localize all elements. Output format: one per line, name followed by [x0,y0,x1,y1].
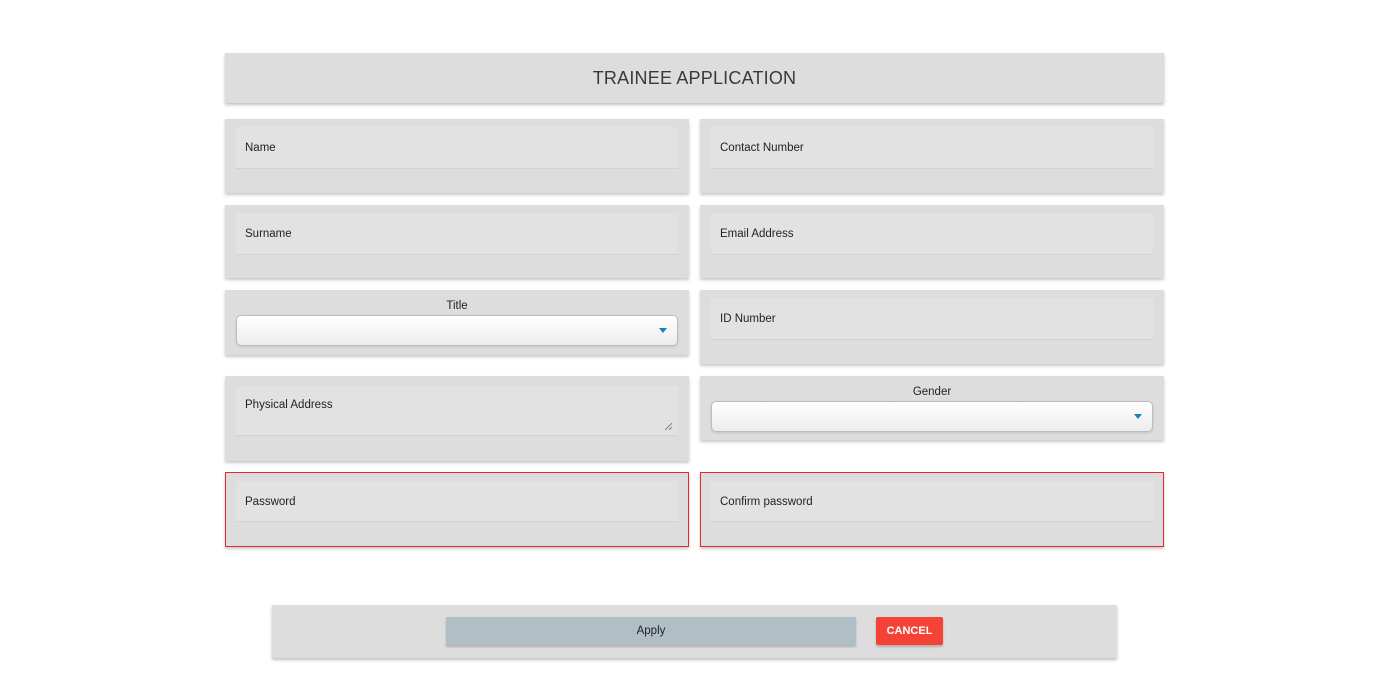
trainee-application-page: TRAINEE APPLICATION Name Contact Number … [0,0,1378,689]
apply-button[interactable]: Apply [446,617,856,645]
title-card: Title [225,290,689,355]
resize-grip-icon[interactable] [665,423,672,430]
gender-label: Gender [912,386,952,398]
action-bar: Apply CANCEL [272,605,1117,658]
name-label: Name [245,142,276,154]
confirm-password-label: Confirm password [720,496,813,508]
email-address-field[interactable]: Email Address [711,213,1153,255]
password-card: Password [225,472,689,547]
title-select[interactable] [236,315,678,346]
confirm-password-field[interactable]: Confirm password [711,481,1153,522]
physical-address-card: Physical Address [225,376,689,461]
gender-select[interactable] [711,401,1153,432]
email-address-card: Email Address [700,205,1164,278]
page-title: TRAINEE APPLICATION [592,67,797,88]
id-number-field[interactable]: ID Number [711,298,1153,340]
caret-down-icon [659,328,667,333]
contact-number-field[interactable]: Contact Number [711,127,1153,169]
surname-label: Surname [245,228,292,240]
physical-address-label: Physical Address [245,399,333,411]
id-number-card: ID Number [700,290,1164,364]
name-field[interactable]: Name [236,127,678,169]
header-bar: TRAINEE APPLICATION [225,53,1164,103]
password-label: Password [245,496,296,508]
gender-card: Gender [700,376,1164,440]
surname-field[interactable]: Surname [236,213,678,255]
caret-down-icon [1134,414,1142,419]
name-card: Name [225,119,689,193]
password-field[interactable]: Password [236,481,678,522]
email-address-label: Email Address [720,228,794,240]
cancel-button[interactable]: CANCEL [876,617,943,645]
physical-address-textarea[interactable]: Physical Address [236,386,678,436]
confirm-password-card: Confirm password [700,472,1164,547]
surname-card: Surname [225,205,689,278]
contact-number-label: Contact Number [720,142,804,154]
title-label: Title [446,300,468,312]
id-number-label: ID Number [720,313,776,325]
contact-number-card: Contact Number [700,119,1164,193]
